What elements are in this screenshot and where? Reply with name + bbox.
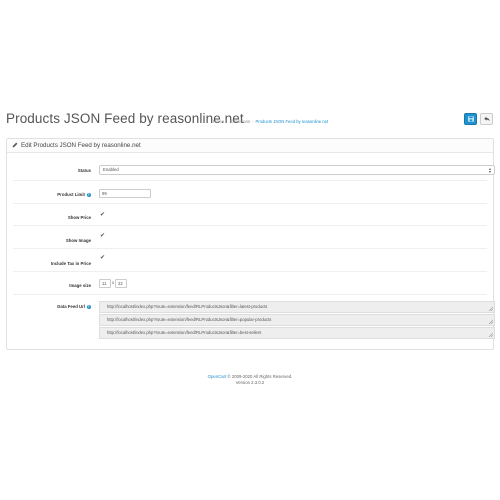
help-icon[interactable]: ? (86, 192, 91, 198)
include-tax-checkbox[interactable]: ✔ (100, 255, 105, 261)
status-label: Status (77, 168, 91, 173)
image-size-label: Image size (69, 283, 91, 288)
feed-url-best-sellers[interactable]: http://localhost/index.php?route=extensi… (99, 327, 495, 339)
product-limit-input[interactable]: 99 (99, 189, 151, 198)
size-separator: x (112, 280, 115, 285)
reply-icon (483, 116, 490, 122)
feed-url-text: http://localhost/index.php?route=extensi… (107, 330, 262, 335)
opencart-link[interactable]: OpenCart (208, 374, 227, 379)
breadcrumb-separator: › (252, 119, 254, 124)
divider (13, 294, 487, 295)
divider (13, 248, 487, 249)
breadcrumb: Home › Extensions › Products JSON Feed by re… (213, 119, 328, 124)
image-height-input[interactable]: 22 (115, 279, 127, 288)
footer-version: Version 2.3.0.2 (235, 380, 265, 385)
panel-heading: Edit Products JSON Feed by reasonline.ne… (7, 139, 493, 153)
pencil-icon (12, 142, 18, 148)
footer-line-1: OpenCart © 2009-2020 All Rights Reserved… (0, 374, 500, 379)
breadcrumb-separator: › (226, 119, 228, 124)
breadcrumb-extensions[interactable]: Extensions (230, 119, 250, 124)
include-tax-label: Include Tax in Price (50, 261, 91, 266)
feed-url-text: http://localhost/index.php?route=extensi… (107, 317, 272, 322)
image-width-input[interactable]: 11 (99, 279, 111, 288)
data-feed-url-label-text: Data Feed Url (57, 304, 85, 309)
feed-url-text: http://localhost/index.php?route=extensi… (107, 304, 268, 309)
show-price-checkbox[interactable]: ✔ (100, 212, 105, 218)
resize-grip-icon[interactable] (488, 306, 493, 311)
product-limit-label-text: Product Limit (57, 192, 85, 197)
breadcrumb-home[interactable]: Home (213, 119, 224, 124)
panel-title: Edit Products JSON Feed by reasonline.ne… (21, 142, 141, 149)
divider (13, 203, 487, 204)
page-title: Products JSON Feed by reasonline.net (6, 111, 244, 126)
feed-url-popular[interactable]: http://localhost/index.php?route=extensi… (99, 314, 495, 326)
save-button[interactable] (464, 113, 477, 125)
edit-panel: Edit Products JSON Feed by reasonline.ne… (6, 138, 495, 350)
save-icon (467, 116, 474, 122)
show-image-label: Show Image (65, 238, 91, 243)
select-caret-icon: ▴ ▾ (488, 166, 491, 174)
resize-grip-icon[interactable] (488, 319, 493, 324)
back-button[interactable] (480, 113, 493, 125)
product-limit-label: Product Limit? (57, 192, 91, 198)
help-icon[interactable]: ? (86, 304, 91, 310)
status-select[interactable]: Enabled ▴ ▾ (99, 165, 495, 175)
feed-url-latest[interactable]: http://localhost/index.php?route=extensi… (99, 301, 495, 313)
status-select-value: Enabled (103, 167, 119, 172)
resize-grip-icon[interactable] (488, 332, 493, 337)
show-price-label: Show Price (67, 215, 91, 220)
breadcrumb-current[interactable]: Products JSON Feed by reasonline.net (255, 119, 328, 124)
show-image-checkbox[interactable]: ✔ (100, 233, 105, 239)
page-header: Products JSON Feed by reasonline.net Hom… (6, 111, 494, 131)
divider (13, 225, 487, 226)
copyright-text: © 2009-2020 All Rights Reserved. (227, 374, 293, 379)
divider (13, 180, 487, 181)
divider (13, 271, 487, 272)
data-feed-url-label: Data Feed Url? (57, 304, 91, 310)
